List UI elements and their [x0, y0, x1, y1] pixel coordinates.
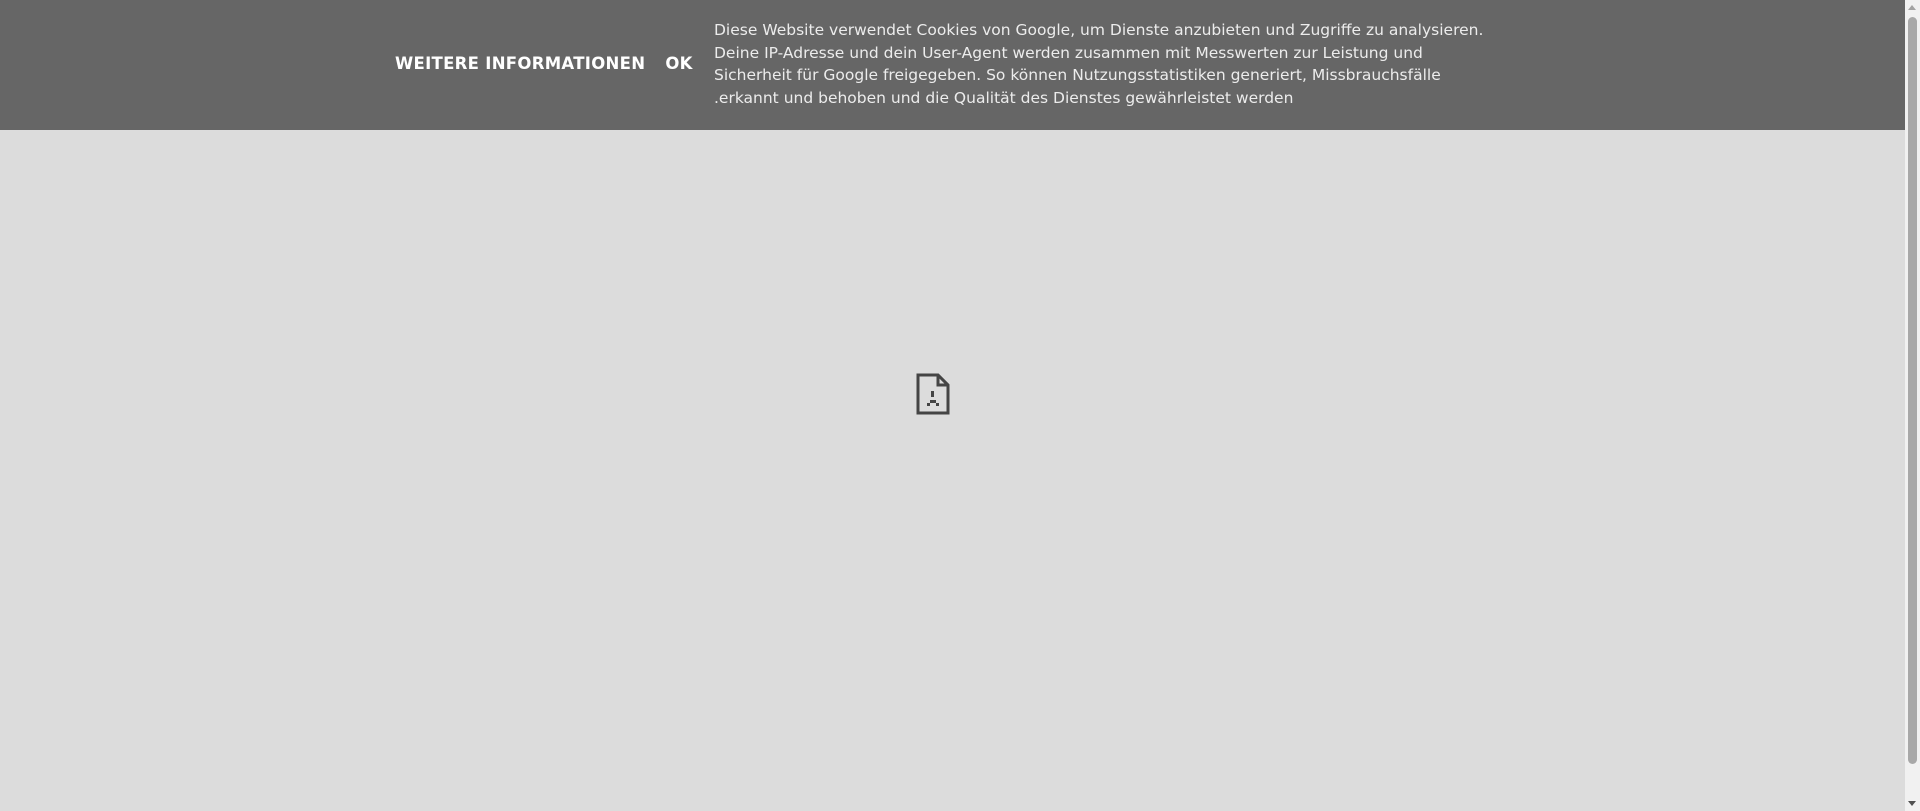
vertical-scrollbar[interactable] [1905, 0, 1920, 811]
cookie-banner: WEITERE INFORMATIONEN OK Diese Website v… [0, 0, 1905, 130]
broken-page-icon-graphic [916, 373, 950, 415]
scrollbar-thumb[interactable] [1908, 17, 1917, 764]
scroll-down-arrow-icon[interactable] [1908, 801, 1916, 806]
content-area: WEITERE INFORMATIONEN OK Diese Website v… [0, 0, 1905, 811]
cookie-banner-actions: WEITERE INFORMATIONEN OK [395, 53, 693, 75]
ok-button[interactable]: OK [665, 53, 692, 75]
cookie-message: Diese Website verwendet Cookies von Goog… [714, 21, 1484, 107]
scroll-up-arrow-icon[interactable] [1908, 5, 1916, 10]
more-info-link[interactable]: WEITERE INFORMATIONEN [395, 53, 645, 75]
page: WEITERE INFORMATIONEN OK Diese Website v… [0, 0, 1920, 811]
broken-page-sad-face-icon [916, 373, 950, 415]
